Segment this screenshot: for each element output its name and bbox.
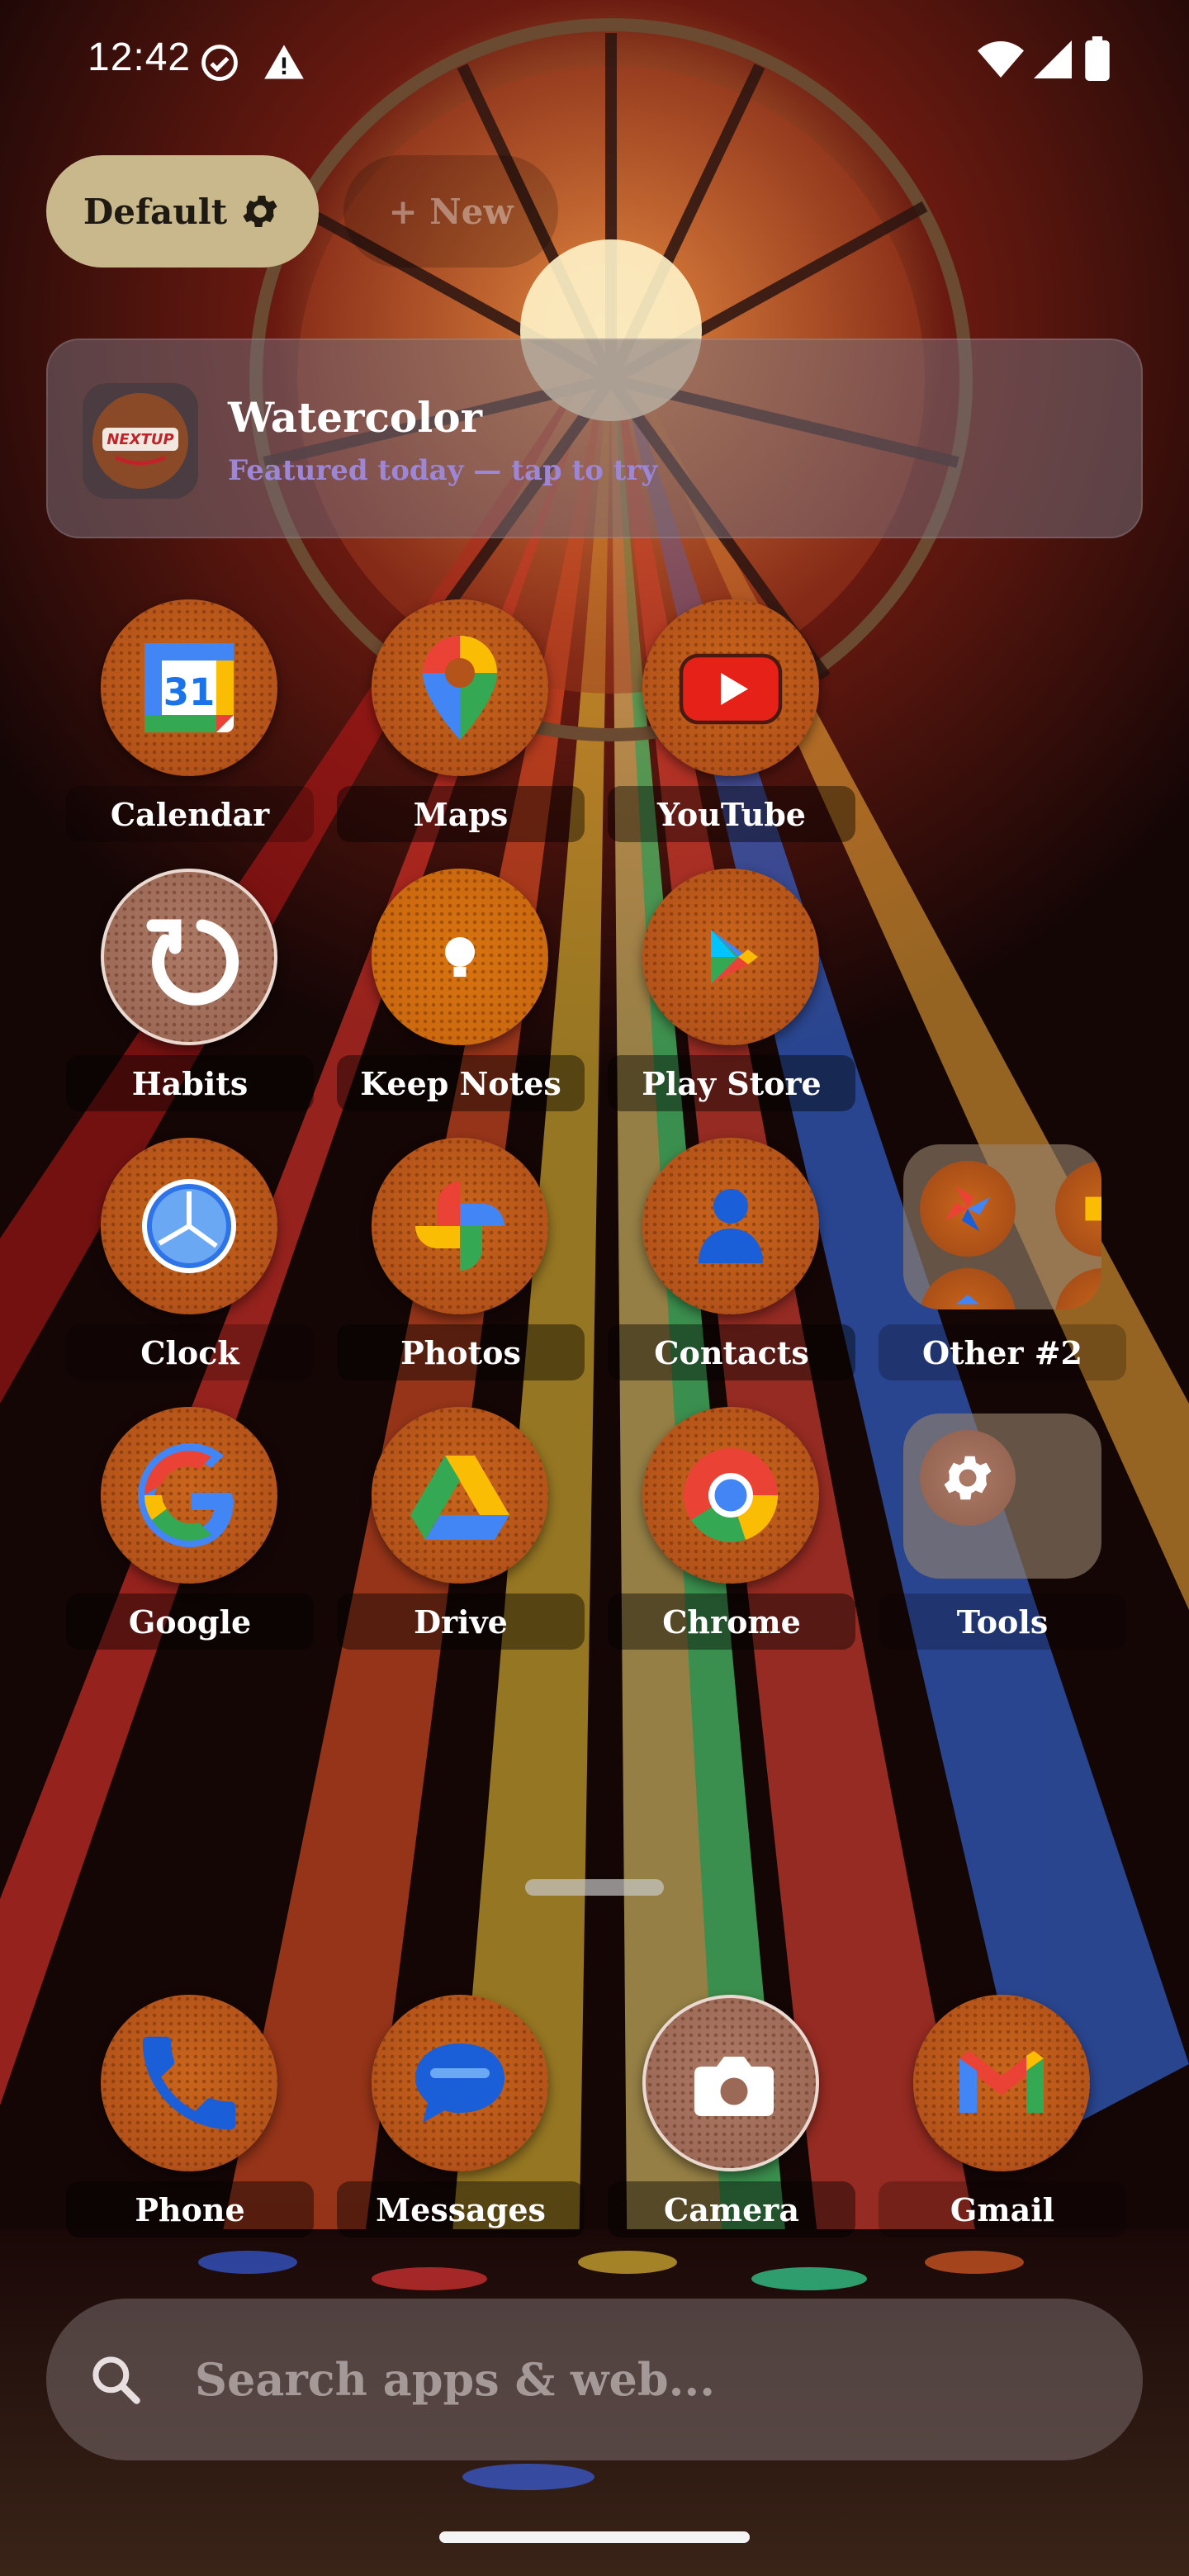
wifi-icon (978, 40, 1024, 78)
app-label: Calendar (66, 786, 314, 842)
gmail-icon (913, 1995, 1090, 2171)
keep-notes-icon (372, 869, 548, 1045)
pinwheel-icon (920, 1161, 1016, 1257)
app-label: Keep Notes (337, 1055, 585, 1111)
phone-icon (101, 1995, 277, 2171)
app-label: Google (66, 1593, 314, 1650)
calendar-icon: 31 (101, 599, 277, 776)
folder-other-2[interactable]: Other #2 (879, 1138, 1126, 1385)
folder-tools[interactable]: Tools (879, 1407, 1126, 1655)
app-maps[interactable]: Maps (337, 599, 585, 847)
nextup-logo-icon: NEXTUP (92, 393, 188, 489)
featured-title: Watercolor (228, 393, 482, 442)
app-label: Photos (337, 1324, 585, 1380)
contacts-icon (642, 1138, 819, 1314)
featured-theme-card[interactable]: NEXTUP Watercolor Featured today — tap t… (46, 339, 1143, 538)
status-time: 12:42 (88, 36, 192, 79)
google-icon (101, 1407, 277, 1584)
app-photos[interactable]: Photos (337, 1138, 585, 1385)
app-label: Camera (608, 2181, 855, 2237)
status-bar: 12:42 (0, 0, 1189, 116)
profile-default-label: Default (83, 191, 228, 232)
habits-icon (101, 869, 277, 1045)
app-label: Contacts (608, 1324, 855, 1380)
search-placeholder: Search apps & web... (195, 2353, 715, 2406)
drawer-handle[interactable] (525, 1879, 664, 1896)
app-play-store[interactable]: Play Store (608, 869, 855, 1116)
battery-icon (1085, 36, 1110, 81)
svg-text:31: 31 (163, 670, 216, 714)
featured-logo: NEXTUP (83, 383, 198, 499)
app-label: Maps (337, 786, 585, 842)
featured-subtitle: Featured today — tap to try (228, 454, 658, 487)
app-label: Other #2 (879, 1324, 1126, 1380)
app-label: Tools (879, 1593, 1126, 1650)
maps-icon (372, 599, 548, 776)
search-bar[interactable]: Search apps & web... (46, 2299, 1143, 2460)
play-store-icon (642, 869, 819, 1045)
app-habits[interactable]: Habits (66, 869, 314, 1116)
app-label: Gmail (879, 2181, 1126, 2237)
search-icon (92, 2356, 140, 2404)
app-drive[interactable]: Drive (337, 1407, 585, 1655)
app-youtube[interactable]: YouTube (608, 599, 855, 847)
gesture-nav-bar[interactable] (439, 2531, 750, 2543)
app-label: Drive (337, 1593, 585, 1650)
gear-icon (243, 196, 277, 227)
drive-icon (372, 1407, 548, 1584)
blue-app-icon (920, 1268, 1016, 1309)
dock-gmail[interactable]: Gmail (879, 1995, 1126, 2242)
app-label: Clock (66, 1324, 314, 1380)
cell-signal-icon (1034, 40, 1072, 78)
app-label: Messages (337, 2181, 585, 2237)
app-calendar[interactable]: 31 Calendar (66, 599, 314, 847)
camera-icon (642, 1995, 819, 2171)
dock-phone[interactable]: Phone (66, 1995, 314, 2242)
app-label: Phone (66, 2181, 314, 2237)
folder-icon (903, 1413, 1101, 1579)
new-profile-button[interactable]: + New (343, 155, 558, 268)
app-label: Play Store (608, 1055, 855, 1111)
youtube-icon (642, 599, 819, 776)
chrome-icon (642, 1407, 819, 1584)
check-circle-icon (201, 45, 238, 81)
yellow-app-icon (1055, 1161, 1101, 1257)
settings-app-icon (920, 1430, 1016, 1526)
dock-camera[interactable]: Camera (608, 1995, 855, 2242)
app-contacts[interactable]: Contacts (608, 1138, 855, 1385)
app-label: Chrome (608, 1593, 855, 1650)
dock-messages[interactable]: Messages (337, 1995, 585, 2242)
clock-icon (101, 1138, 277, 1314)
app-label: Habits (66, 1055, 314, 1111)
app-chrome[interactable]: Chrome (608, 1407, 855, 1655)
folder-icon (903, 1144, 1101, 1309)
app-google[interactable]: Google (66, 1407, 314, 1655)
profile-default-button[interactable]: Default (46, 155, 319, 268)
messages-icon (372, 1995, 548, 2171)
orange-app-icon (1055, 1268, 1101, 1309)
warning-icon (264, 45, 304, 79)
svg-text:NEXTUP: NEXTUP (107, 431, 173, 448)
app-clock[interactable]: Clock (66, 1138, 314, 1385)
new-profile-label: + New (388, 191, 514, 232)
app-label: YouTube (608, 786, 855, 842)
photos-icon (372, 1138, 548, 1314)
app-keep-notes[interactable]: Keep Notes (337, 869, 585, 1116)
